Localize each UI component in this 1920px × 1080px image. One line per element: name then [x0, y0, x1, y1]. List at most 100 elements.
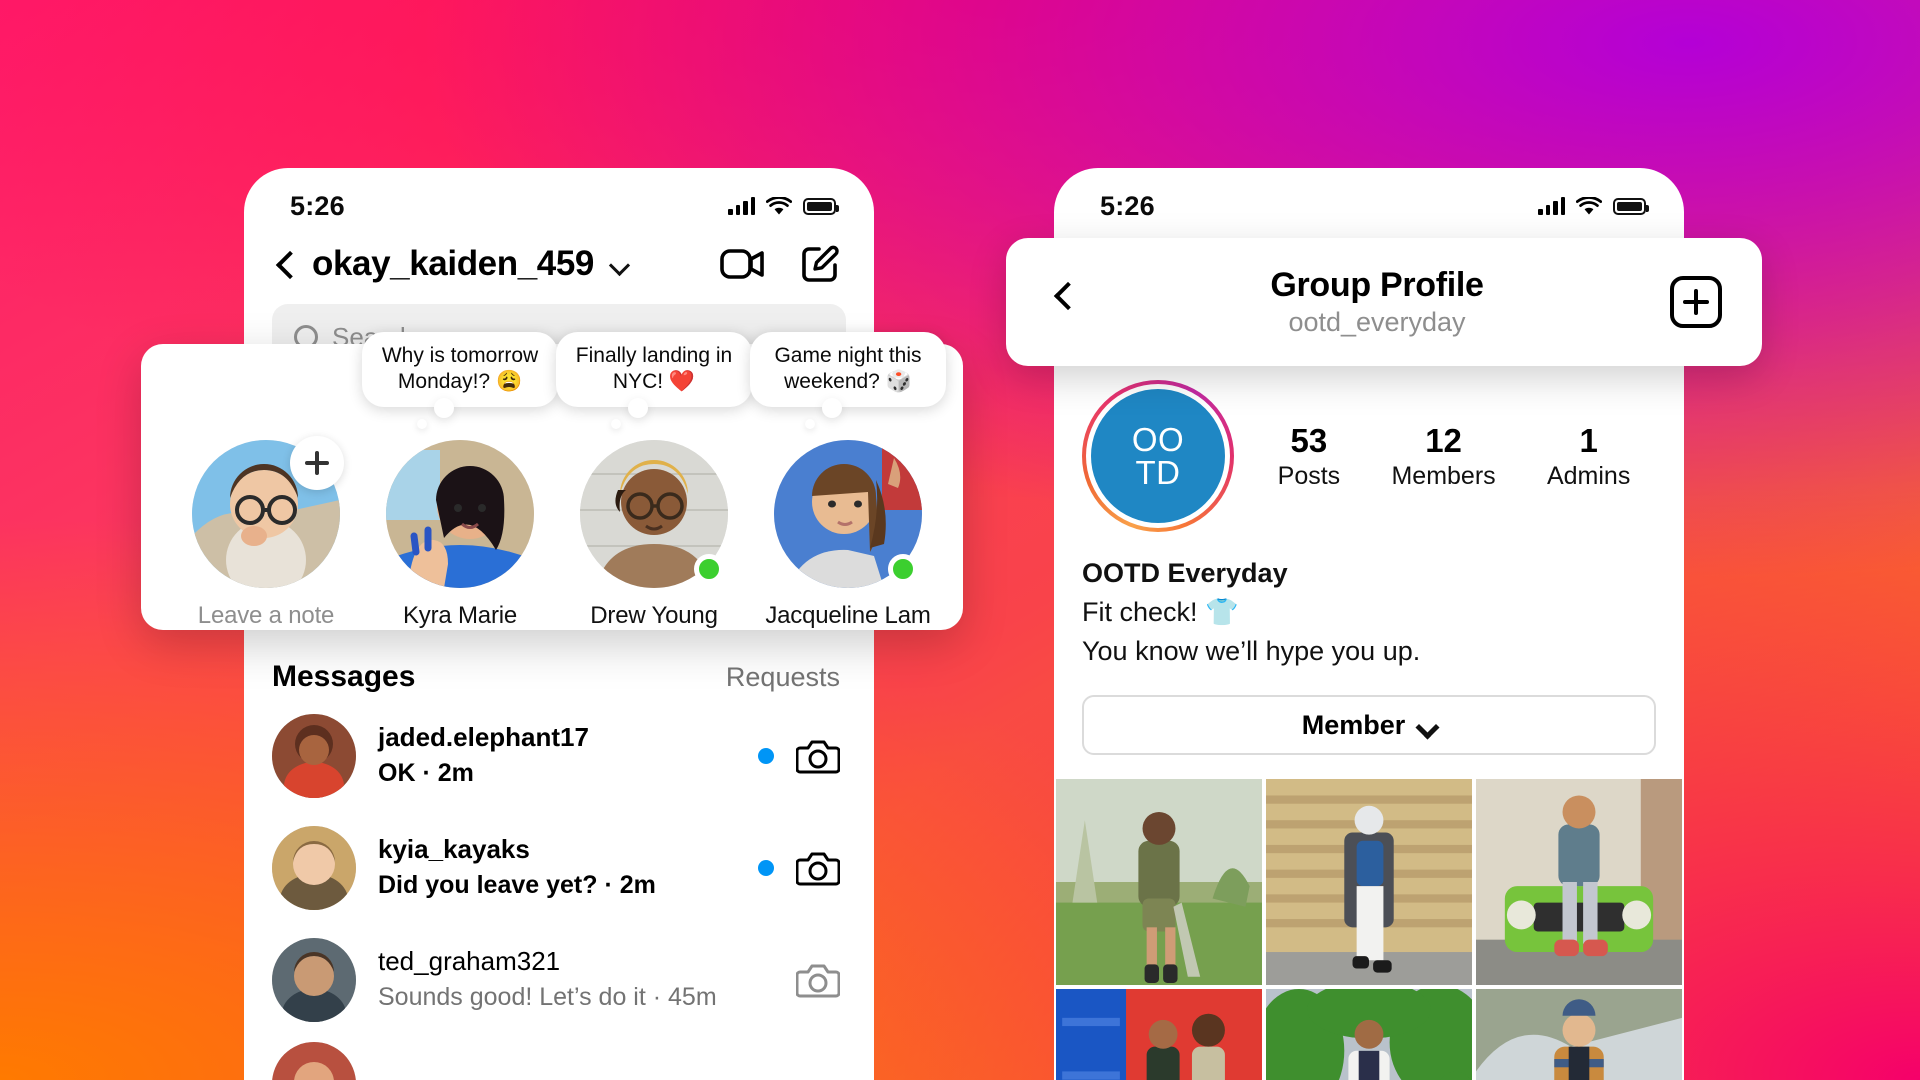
- note-item-self[interactable]: Leave a note: [169, 354, 363, 630]
- status-time: 5:26: [1100, 190, 1155, 221]
- stat-admins[interactable]: 1 Admins: [1547, 422, 1630, 491]
- dm-username[interactable]: okay_kaiden_459: [312, 244, 594, 284]
- note-name: Leave a note: [197, 602, 335, 629]
- chevron-down-icon: [1418, 719, 1436, 731]
- notes-card: Leave a note Why is tomorrow Monday!? 😩: [141, 332, 963, 630]
- status-time: 5:26: [290, 190, 345, 221]
- wifi-icon: [766, 196, 792, 214]
- unread-dot: [758, 748, 774, 764]
- stat-posts-label: Posts: [1277, 461, 1341, 490]
- grid-post[interactable]: [1266, 989, 1472, 1080]
- stat-posts-value: 53: [1290, 421, 1328, 459]
- camera-icon[interactable]: [796, 737, 840, 775]
- stats-group: 53 Posts 12 Members 1 Admins: [1234, 422, 1656, 491]
- chevron-left-icon[interactable]: [272, 251, 298, 277]
- wifi-icon: [1576, 196, 1602, 214]
- grid-post[interactable]: [1266, 779, 1472, 986]
- member-button-label: Member: [1301, 709, 1406, 740]
- conversation-text: ted_graham321 Sounds good! Let’s do it ·…: [378, 945, 736, 1015]
- messages-header: Messages Requests: [244, 638, 874, 700]
- note-bubble[interactable]: Finally landing in NYC! ❤️: [556, 332, 752, 407]
- conversation-preview: Sounds good! Let’s do it · 45m: [378, 983, 717, 1012]
- group-avatar: OO TD: [1091, 389, 1225, 523]
- status-icon-group: [1538, 196, 1649, 216]
- page-title: Group Profile: [1270, 266, 1484, 304]
- chevron-left-icon[interactable]: [1050, 282, 1084, 322]
- avatar-text-top: OO: [1131, 421, 1185, 458]
- conversation-row[interactable]: ted_graham321 Sounds good! Let’s do it ·…: [244, 924, 874, 1036]
- group-bio-line-2: You know we’ll hype you up.: [1082, 636, 1421, 667]
- grid-post[interactable]: [1476, 779, 1682, 986]
- note-name: Drew Young: [590, 602, 718, 629]
- note-item-drew[interactable]: Finally landing in NYC! ❤️ Drew Young: [556, 332, 752, 630]
- group-avatar-ring[interactable]: OO TD: [1082, 380, 1234, 532]
- unread-dot: [758, 860, 774, 876]
- conversation-username: jaded.elephant17: [378, 722, 589, 753]
- stat-admins-label: Admins: [1546, 461, 1631, 490]
- add-plus-box-icon[interactable]: [1670, 276, 1722, 328]
- avatar-wrap: [386, 440, 534, 588]
- battery-full-icon: [1613, 197, 1649, 215]
- online-status-dot: [694, 554, 724, 584]
- note-name: Jacqueline Lam: [765, 602, 931, 629]
- avatar-kyra: [386, 440, 534, 588]
- avatar: [272, 714, 356, 798]
- requests-link[interactable]: Requests: [726, 662, 840, 693]
- battery-full-icon: [803, 197, 839, 215]
- note-bubble[interactable]: Game night this weekend? 🎲: [750, 332, 946, 407]
- dm-nav-bar: okay_kaiden_459: [244, 230, 874, 290]
- stat-members[interactable]: 12 Members: [1391, 422, 1495, 491]
- note-name: Kyra Marie: [402, 602, 518, 629]
- avatar-wrap: [192, 436, 344, 588]
- online-status-dot: [888, 554, 918, 584]
- profile-summary-row: OO TD 53 Posts 12 Members 1 Admins: [1054, 380, 1684, 532]
- member-button[interactable]: Member: [1082, 695, 1656, 756]
- group-bio-line-1: Fit check! 👕: [1082, 597, 1239, 628]
- left-status-bar: 5:26: [244, 168, 874, 230]
- avatar-wrap: [580, 440, 728, 588]
- add-note-plus-icon[interactable]: [290, 436, 344, 490]
- grid-post[interactable]: [1476, 989, 1682, 1080]
- grid-post[interactable]: [1056, 989, 1262, 1080]
- avatar-wrap: [774, 440, 922, 588]
- note-item-jacqueline[interactable]: Game night this weekend? 🎲 Jacqueline La…: [750, 332, 946, 630]
- conversation-username: kyia_kayaks: [378, 834, 530, 865]
- chevron-down-icon[interactable]: [610, 258, 630, 271]
- cellular-bars-icon: [728, 197, 755, 215]
- conversation-username: ted_graham321: [378, 946, 561, 977]
- conversation-row[interactable]: jaded.elephant17 OK · 2m: [244, 700, 874, 812]
- conversation-text: kyia_kayaks Did you leave yet? · 2m: [378, 833, 736, 903]
- conversation-preview: OK · 2m: [378, 759, 474, 788]
- camera-icon[interactable]: [796, 849, 840, 887]
- group-bio: OOTD Everyday Fit check! 👕 You know we’l…: [1054, 532, 1684, 671]
- group-profile-header-card: Group Profile ootd_everyday: [1006, 238, 1762, 366]
- conversation-text: jaded.elephant17 OK · 2m: [378, 721, 736, 791]
- status-icon-group: [728, 196, 839, 216]
- photo-grid: [1054, 779, 1684, 1080]
- grid-post[interactable]: [1056, 779, 1262, 986]
- messages-title: Messages: [272, 660, 416, 693]
- conversation-preview: Did you leave yet? · 2m: [378, 871, 656, 900]
- group-profile-title-block: Group Profile ootd_everyday: [1084, 266, 1670, 338]
- avatar: [272, 826, 356, 910]
- cellular-bars-icon: [1538, 197, 1565, 215]
- video-camera-icon[interactable]: [720, 246, 766, 282]
- avatar: [272, 938, 356, 1022]
- conversation-row[interactable]: kyia_kayaks Did you leave yet? · 2m: [244, 812, 874, 924]
- note-bubble[interactable]: Why is tomorrow Monday!? 😩: [362, 332, 558, 407]
- conversation-row[interactable]: [244, 1036, 874, 1080]
- note-item-kyra[interactable]: Why is tomorrow Monday!? 😩 Kyra Marie: [362, 332, 558, 630]
- avatar-text-bottom: TD: [1135, 454, 1181, 491]
- stat-members-label: Members: [1391, 461, 1496, 490]
- screenshot-stage: 5:26 okay_kaiden_459 Messages Requests j…: [0, 0, 1920, 1080]
- avatar: [272, 1042, 356, 1080]
- stat-members-value: 12: [1425, 421, 1462, 459]
- stat-posts[interactable]: 53 Posts: [1278, 422, 1341, 491]
- right-status-bar: 5:26: [1054, 168, 1684, 230]
- group-handle: ootd_everyday: [1288, 307, 1466, 337]
- compose-pencil-icon[interactable]: [800, 244, 840, 284]
- stat-admins-value: 1: [1579, 421, 1598, 459]
- camera-icon[interactable]: [796, 961, 840, 999]
- group-avatar-inner: OO TD: [1086, 384, 1230, 528]
- notes-row: Leave a note Why is tomorrow Monday!? 😩: [141, 332, 963, 630]
